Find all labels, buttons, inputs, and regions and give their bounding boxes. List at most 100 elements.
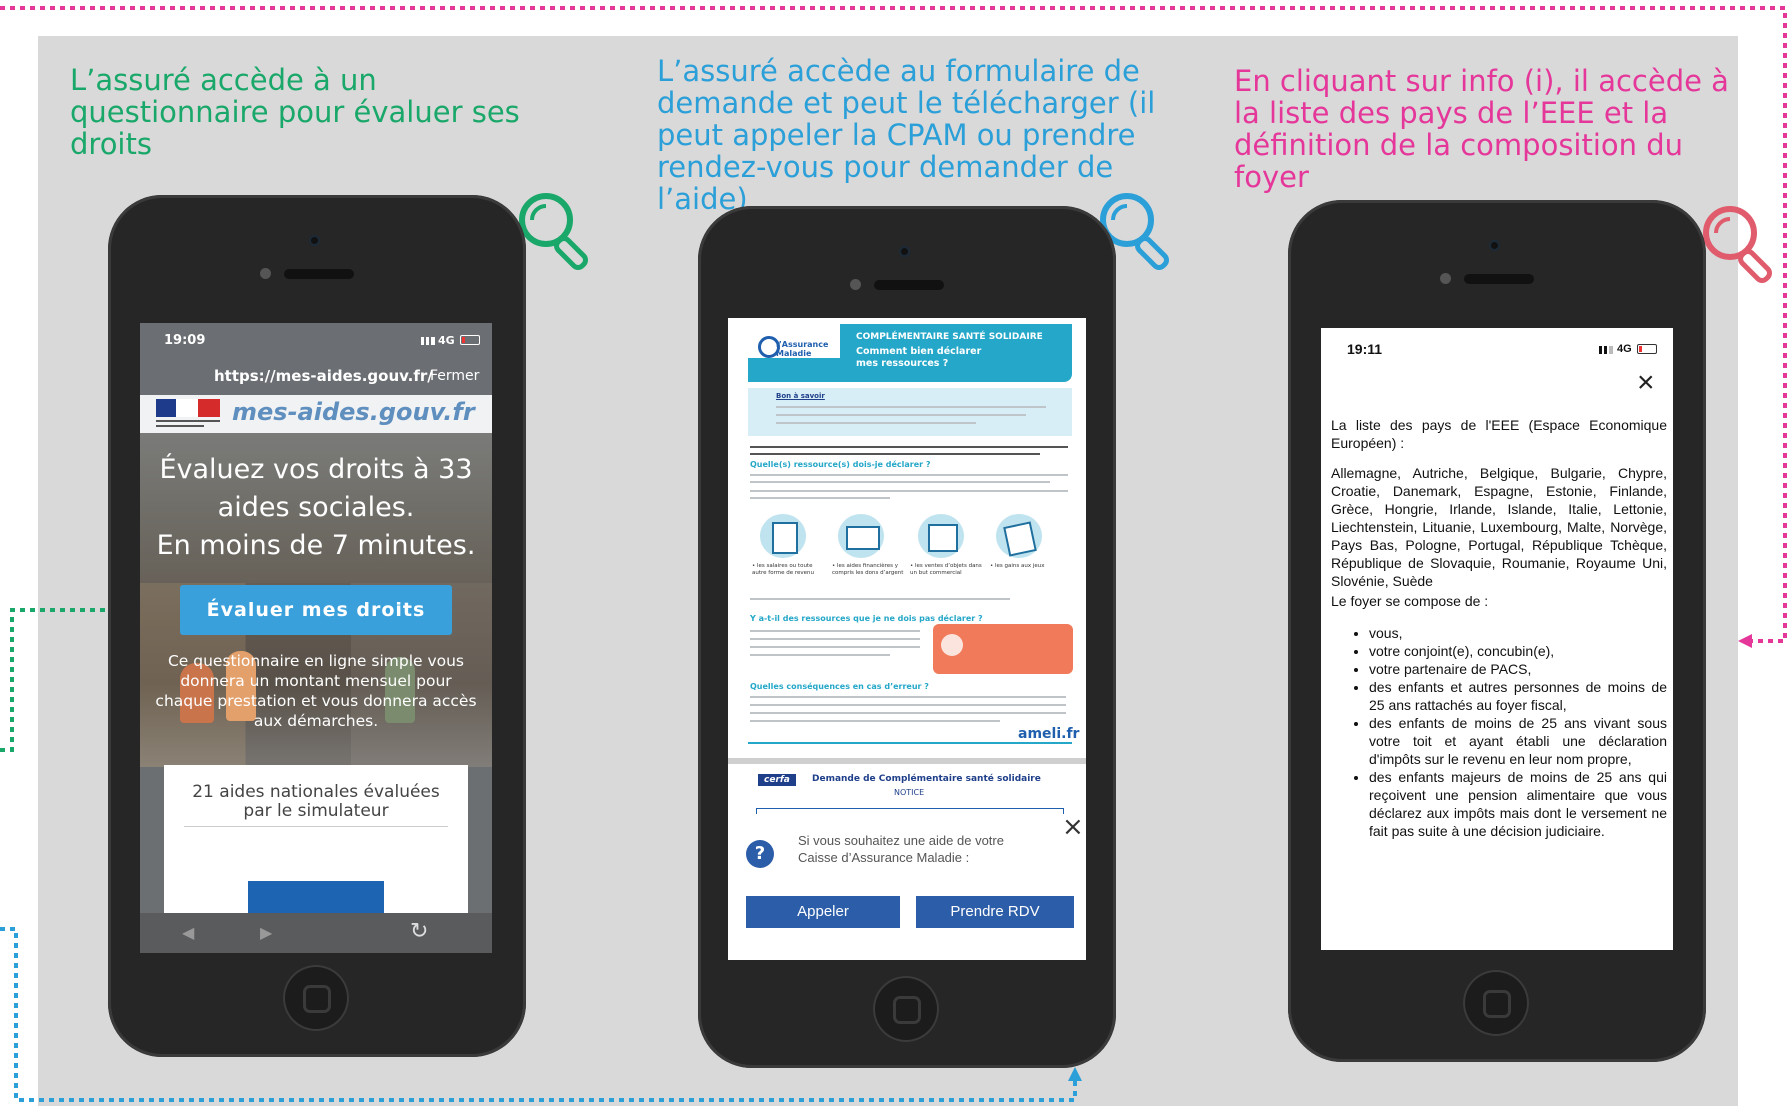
list-item: vous, — [1369, 624, 1667, 642]
close-link[interactable]: Fermer — [430, 368, 479, 384]
eee-countries: Allemagne, Autriche, Belgique, Bulgarie,… — [1331, 465, 1667, 589]
front-camera — [311, 237, 318, 244]
icon-label-jeux: • les gains aux jeux — [990, 563, 1045, 569]
brochure-header: COMPLÉMENTAIRE SANTÉ SOLIDAIRE Comment b… — [840, 324, 1072, 382]
network-label: 4G — [1617, 343, 1632, 355]
brand-text: l’Assurance Maladie — [776, 340, 829, 358]
sensor-dot — [850, 279, 861, 290]
text-line — [776, 422, 976, 424]
text-line — [750, 446, 1068, 448]
home-button[interactable] — [283, 965, 349, 1031]
list-item: votre partenaire de PACS, — [1369, 660, 1667, 678]
cerfa-logo: cerfa — [758, 774, 796, 786]
back-arrow-icon[interactable]: ◀ — [182, 923, 194, 942]
hero-title-line: Évaluez vos droits à 33 aides sociales. — [159, 454, 473, 523]
games-icon — [996, 514, 1042, 558]
text-line — [750, 598, 1010, 600]
card-divider — [184, 826, 448, 827]
site-header: mes-aides.gouv.fr — [140, 395, 492, 433]
icon-label-salaries: • les salaires ou toute autre forme de r… — [752, 563, 814, 576]
phone-info-eee: 19:11 4G × La liste des pays de l'EEE (E… — [1288, 200, 1706, 1062]
eee-intro: La liste des pays de l'EEE (Espace Econo… — [1331, 417, 1667, 451]
ameli-logo: ameli.fr — [1018, 726, 1080, 742]
browser-nav-bar: ◀ ▶ ↻ — [140, 913, 492, 953]
magnifier-green-icon — [519, 193, 588, 270]
help-text: Si vous souhaitez une aide de votre Cais… — [798, 833, 1004, 865]
help-icon: ? — [746, 840, 774, 868]
caption-info: En cliquant sur info (i), il accède à la… — [1234, 64, 1729, 194]
browser-url-bar[interactable]: https://mes-aides.gouv.fr/ Fermer — [140, 357, 492, 395]
brochure-title: COMPLÉMENTAIRE SANTÉ SOLIDAIRE — [856, 332, 1043, 342]
hero-subtitle: En moins de 7 minutes. — [156, 530, 476, 561]
site-logo-text[interactable]: mes-aides.gouv.fr — [232, 398, 475, 426]
home-button[interactable] — [1463, 970, 1529, 1036]
bon-a-savoir-label: Bon à savoir — [776, 392, 825, 400]
text-line — [750, 474, 1068, 476]
section-ressources: Quelle(s) ressource(s) dois-je déclarer … — [750, 460, 931, 469]
cerfa-title: Demande de Complémentaire santé solidair… — [812, 774, 1041, 784]
text-line — [750, 712, 1066, 714]
reload-icon[interactable]: ↻ — [410, 919, 428, 944]
sale-icon — [918, 514, 964, 558]
text-line — [776, 414, 1026, 416]
text-line — [750, 497, 890, 499]
front-camera — [901, 248, 908, 255]
help-overlay: × ? Si vous souhaitez une aide de votre … — [728, 814, 1086, 960]
cerfa-subtitle: NOTICE — [894, 788, 925, 797]
network-label: 4G — [438, 334, 455, 347]
speaker-grille — [284, 269, 354, 279]
text-line — [750, 696, 1066, 698]
pink-arrow-head — [1738, 634, 1752, 648]
text-line — [750, 490, 1068, 492]
text-line — [750, 654, 890, 656]
status-time: 19:11 — [1347, 341, 1383, 357]
blue-arrow-head — [1068, 1067, 1082, 1081]
speaker-grille — [874, 280, 944, 290]
screen-mes-aides: 19:09 4G https://mes-aides.gouv.fr/ Ferm… — [140, 323, 492, 953]
evaluate-rights-button[interactable]: Évaluer mes droits — [180, 585, 452, 635]
status-time: 19:09 — [164, 333, 206, 348]
text-line — [750, 704, 1066, 706]
foyer-intro: Le foyer se compose de : — [1331, 593, 1489, 609]
salary-icon — [760, 514, 806, 558]
hero-title: Évaluez vos droits à 33 aides sociales. … — [140, 451, 492, 565]
close-icon[interactable]: × — [1637, 368, 1655, 398]
brochure-subtitle: Comment bien déclarer mes ressources ? — [856, 346, 982, 369]
aides-count-text: 21 aides nationales évaluées par le simu… — [192, 782, 440, 821]
magnifier-red-icon — [1703, 206, 1772, 283]
icon-label-aides: • les aides financières y compris les do… — [832, 563, 904, 576]
icon-label-ventes: • les ventes d’objets dans un but commer… — [910, 563, 982, 576]
phone-mes-aides: 19:09 4G https://mes-aides.gouv.fr/ Ferm… — [108, 195, 526, 1057]
signal-icon — [421, 337, 435, 345]
url-text: https://mes-aides.gouv.fr/ — [214, 367, 433, 385]
list-item: des enfants de moins de 25 ans vivant so… — [1369, 714, 1667, 768]
sensor-dot — [260, 268, 271, 279]
foyer-list: vous, votre conjoint(e), concubin(e), vo… — [1331, 624, 1667, 840]
text-line — [750, 630, 920, 632]
text-line — [776, 406, 1046, 408]
call-button[interactable]: Appeler — [746, 896, 900, 928]
status-bar: 19:09 4G — [140, 323, 492, 357]
text-line — [750, 720, 1000, 722]
close-overlay-icon[interactable]: × — [1062, 814, 1084, 840]
battery-icon — [460, 335, 480, 345]
appointment-button[interactable]: Prendre RDV — [916, 896, 1074, 928]
marianne-logo — [156, 399, 220, 429]
text-line — [750, 453, 1040, 455]
signal-icon — [1599, 346, 1613, 354]
text-line — [750, 638, 920, 640]
text-line — [750, 481, 1050, 483]
list-item: votre conjoint(e), concubin(e), — [1369, 642, 1667, 660]
home-button[interactable] — [873, 976, 939, 1042]
header-accent — [748, 358, 848, 382]
footer-line — [748, 742, 1072, 744]
sensor-dot — [1440, 273, 1451, 284]
battery-icon — [1637, 344, 1657, 354]
forward-arrow-icon[interactable]: ▶ — [260, 923, 272, 942]
aid-icon — [838, 514, 884, 558]
warning-box — [933, 624, 1073, 674]
section-erreur: Quelles conséquences en cas d’erreur ? — [750, 682, 929, 691]
speaker-grille — [1464, 274, 1534, 284]
front-camera — [1491, 242, 1498, 249]
screen-formulaire: l’Assurance Maladie COMPLÉMENTAIRE SANTÉ… — [728, 318, 1086, 960]
